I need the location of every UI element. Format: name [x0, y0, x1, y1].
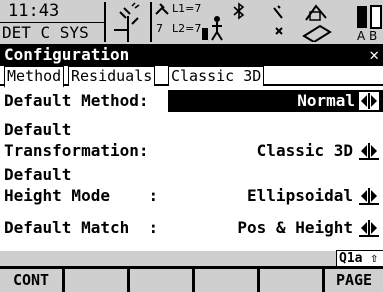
page-button[interactable]: PAGE [325, 269, 383, 292]
bluetooth-icon [233, 2, 245, 20]
l1-count: L1=7 [172, 2, 202, 15]
page-title: Configuration [4, 45, 130, 64]
battery-labels: A B [357, 29, 377, 42]
satellite-icon [114, 2, 140, 42]
default-height-mode-label-1: Default [4, 165, 72, 184]
default-match-label: Default Match : [4, 218, 159, 237]
default-match-value[interactable]: Pos & Height [237, 218, 353, 238]
cont-button[interactable]: CONT [0, 269, 62, 292]
left-right-selector-icon[interactable] [359, 219, 379, 237]
radio-icon [273, 5, 283, 35]
default-method-label: Default Method: [4, 91, 149, 110]
default-transformation-label-2: Transformation: [4, 141, 149, 160]
softkey-f3[interactable] [130, 269, 192, 292]
default-height-mode-value[interactable]: Ellipsoidal [247, 186, 353, 206]
rtk-count: 7 [156, 22, 163, 35]
close-icon[interactable]: ✕ [369, 45, 379, 65]
tab-residuals[interactable]: Residuals [68, 66, 156, 86]
left-right-selector-icon[interactable] [359, 187, 379, 205]
softkey-top-strip [0, 251, 336, 266]
default-transformation-value[interactable]: Classic 3D [257, 141, 353, 161]
rover-icon [202, 16, 223, 41]
tab-method[interactable]: Method [4, 66, 65, 88]
tab-strip: Method Residuals Classic 3D [0, 66, 383, 88]
softkey-f5[interactable] [260, 269, 322, 292]
clock-time: 11:43 [8, 1, 60, 21]
softkey-f4[interactable] [195, 269, 257, 292]
default-method-selector[interactable]: Normal [168, 90, 383, 112]
default-method-value: Normal [297, 91, 355, 110]
l2-count: L2=7 [172, 22, 202, 35]
page-indicator: Q1a ⇧ [336, 250, 383, 266]
time-box: 11:43 DET C SYS [0, 0, 104, 44]
memory-card-icon [302, 4, 332, 42]
default-transformation-label-1: Default [4, 120, 72, 139]
status-bar: 11:43 DET C SYS 7 L1=7 L2=7 A B [0, 0, 383, 44]
tab-classic-3d[interactable]: Classic 3D [168, 66, 265, 86]
rtk-satellite-icon [155, 3, 169, 15]
left-right-selector-icon[interactable] [359, 142, 379, 160]
default-height-mode-label-2: Height Mode : [4, 186, 159, 205]
title-bar: Configuration ✕ [0, 44, 383, 66]
system-status: DET C SYS [2, 23, 89, 42]
softkey-f2[interactable] [65, 269, 127, 292]
left-right-selector-icon [359, 92, 379, 110]
divider [104, 2, 106, 42]
battery-icon: A B [357, 5, 382, 42]
softkey-bar: CONT PAGE [0, 266, 383, 292]
